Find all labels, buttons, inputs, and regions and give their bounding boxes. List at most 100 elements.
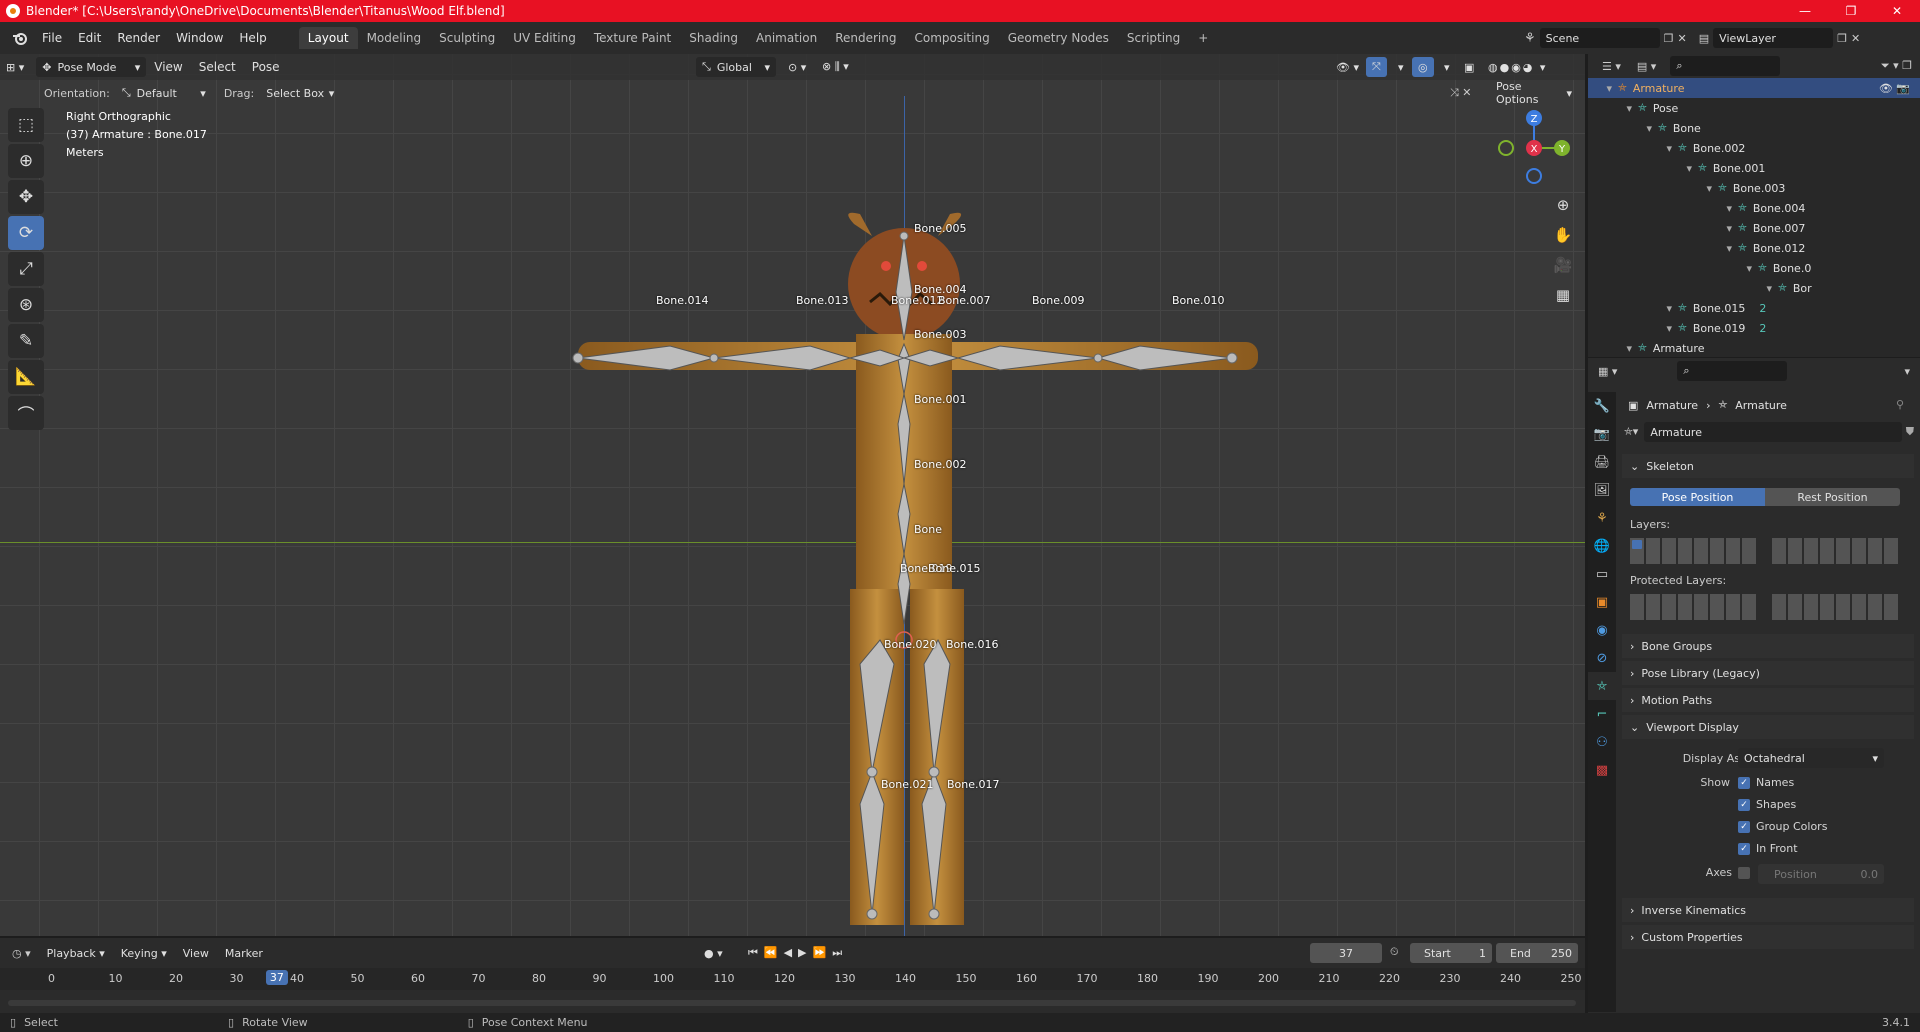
outliner-row[interactable]: ▾ ⛤ Bone.015 2 [1588,298,1920,318]
rest-position-button[interactable]: Rest Position [1765,488,1900,506]
filter-icon[interactable]: ⏷ ▾ ❐ [1881,59,1912,73]
shading-modes-icon[interactable]: ◍●◉◕ ▾ [1482,57,1553,77]
tab-rendering[interactable]: Rendering [826,27,905,49]
menu-render[interactable]: Render [109,31,168,45]
visibility-icon[interactable]: 👁 ▾ [1330,57,1365,77]
timeline-scrollbar[interactable] [8,1000,1576,1006]
delete-scene-icon[interactable]: ✕ [1678,32,1687,45]
menu-window[interactable]: Window [168,31,231,45]
viewport-display-panel-header[interactable]: ⌄ Viewport Display [1622,715,1914,739]
display-mode-icon[interactable]: ▤ ▾ [1637,60,1656,73]
constraints-tab-icon[interactable]: ⊘ [1588,644,1616,672]
object-tab-icon[interactable]: ▣ [1588,588,1616,616]
display-as-selector[interactable]: Octahedral ▾ [1738,748,1884,768]
pose-library-panel-header[interactable]: › Pose Library (Legacy) [1622,661,1914,685]
render-tab-icon[interactable]: 📷 [1588,420,1616,448]
tab-geometry-nodes[interactable]: Geometry Nodes [999,27,1118,49]
outliner-row[interactable]: ▾ ⛤ Bone.001 [1588,158,1920,178]
snap-x-icon[interactable]: ⤨ ✕ [1450,86,1472,100]
disclosure-triangle-icon[interactable]: ▾ [1588,142,1678,155]
armature-data-icon[interactable]: ⛤▾ [1624,425,1638,439]
outliner-row[interactable]: ▾ ⛤ Armature [1588,338,1920,357]
disclosure-triangle-icon[interactable]: ▾ [1588,162,1698,175]
bone-constraints-tab-icon[interactable]: ⚇ [1588,728,1616,756]
outliner-row[interactable]: ▾ ⛤ Bone.003 [1588,178,1920,198]
timeline-menu-playback[interactable]: Playback ▾ [39,947,113,960]
tab-layout[interactable]: Layout [298,27,358,49]
skeleton-panel-header[interactable]: ⌄ Skeleton [1622,454,1914,478]
select-box-tool-icon[interactable]: ⬚ [8,108,44,142]
minimize-button[interactable]: — [1782,0,1828,22]
timeline-editor-type-icon[interactable]: ◷ ▾ [12,947,31,960]
disclosure-triangle-icon[interactable]: ▾ [1588,302,1678,315]
bone-tab-icon[interactable]: ⌐ [1588,700,1616,728]
rotate-tool-icon[interactable]: ⟳ [8,216,44,250]
pan-hand-icon[interactable]: ✋ [1550,222,1576,248]
layers-grid[interactable] [1630,538,1900,564]
xray-icon[interactable]: ▣ [1458,57,1480,77]
drag-selector[interactable]: Select Box ▾ [260,83,340,103]
menu-file[interactable]: File [34,31,70,45]
disclosure-triangle-icon[interactable]: ▾ [1588,202,1738,215]
move-tool-icon[interactable]: ✥ [8,180,44,214]
armature-data-tab-icon[interactable]: ⛤ [1588,672,1616,700]
timeline-menu-view[interactable]: View [175,947,217,960]
timeline-menu-keying[interactable]: Keying ▾ [113,947,175,960]
tab-shading[interactable]: Shading [680,27,747,49]
armature-model[interactable] [560,154,1260,934]
bone-groups-panel-header[interactable]: › Bone Groups [1622,634,1914,658]
protected-layers-grid[interactable] [1630,594,1900,620]
camera-view-icon[interactable]: 🎥 [1550,252,1576,278]
group-colors-checkbox[interactable]: ✓ Group Colors [1738,820,1827,833]
add-workspace-button[interactable]: + [1189,27,1217,49]
custom-properties-panel-header[interactable]: › Custom Properties [1622,925,1914,949]
delete-viewlayer-icon[interactable]: ✕ [1851,32,1860,45]
outliner-row[interactable]: ▾ ⛤ Bone.004 [1588,198,1920,218]
close-button[interactable]: ✕ [1874,0,1920,22]
relax-tool-icon[interactable]: ⌒ [8,396,44,430]
overlays-dropdown-icon[interactable]: ▾ [1438,57,1456,77]
pivot-point-icon[interactable]: ⊙ ▾ [782,57,812,77]
scale-tool-icon[interactable]: ⤢ [8,252,44,286]
outliner-row[interactable]: ▾ ⛤ Bone.007 [1588,218,1920,238]
scene-selector[interactable]: Scene [1539,28,1660,48]
measure-tool-icon[interactable]: 📐 [8,360,44,394]
tab-scripting[interactable]: Scripting [1118,27,1189,49]
frame-ruler[interactable]: 0 10 20 30 40 50 60 70 80 90 100 110 120 130 140 150 160… [0,968,1585,990]
texture-tab-icon[interactable]: ▩ [1588,756,1616,784]
menu-help[interactable]: Help [231,31,274,45]
tab-animation[interactable]: Animation [747,27,826,49]
navigation-gizmo[interactable]: Z Y X [1494,108,1574,188]
orientation-selector[interactable]: ⤡ Default ▾ [116,83,212,103]
playback-controls-icon[interactable]: ⏮⏪◀▶⏩⏭ [748,946,848,960]
annotate-tool-icon[interactable]: ✎ [8,324,44,358]
shield-icon[interactable]: ⛊ [1906,425,1914,439]
motion-paths-panel-header[interactable]: › Motion Paths [1622,688,1914,712]
collection-tab-icon[interactable]: ▭ [1588,560,1616,588]
disclosure-triangle-icon[interactable]: ▾ [1588,242,1738,255]
properties-editor-type-icon[interactable]: ▦ ▾ [1598,365,1617,378]
pin-icon[interactable]: ⚲ [1896,398,1904,411]
maximize-button[interactable]: ❐ [1828,0,1874,22]
clock-icon[interactable]: ⏲ [1390,945,1399,959]
tool-tab-icon[interactable]: 🔧 [1588,392,1616,420]
menu-edit[interactable]: Edit [70,31,109,45]
blender-menu-icon[interactable] [6,28,34,48]
viewlayer-icon[interactable]: ▤ [1699,32,1709,45]
view-layer-tab-icon[interactable]: 🖼 [1588,476,1616,504]
axes-checkbox[interactable] [1738,867,1750,879]
properties-search-input[interactable]: ⌕ [1677,361,1788,381]
scene-icon[interactable]: ⚘ [1524,31,1536,46]
gizmo-toggle-icon[interactable]: ⤧ [1366,57,1387,77]
tab-texture-paint[interactable]: Texture Paint [585,27,680,49]
tab-sculpting[interactable]: Sculpting [430,27,504,49]
gizmo-dropdown-icon[interactable]: ▾ [1392,57,1410,77]
tab-uv-editing[interactable]: UV Editing [504,27,585,49]
snap-icon[interactable]: ⊗ ⫼ ▾ [816,57,855,77]
disclosure-triangle-icon[interactable]: ▾ [1588,102,1638,115]
shapes-checkbox[interactable]: ✓ Shapes [1738,798,1796,811]
disclosure-triangle-icon[interactable]: ▾ [1588,222,1738,235]
end-frame-field[interactable]: End 250 [1496,943,1578,963]
outliner-row[interactable]: ▾ ⛤ Bone [1588,118,1920,138]
overlays-toggle-icon[interactable]: ◎ [1412,57,1434,77]
